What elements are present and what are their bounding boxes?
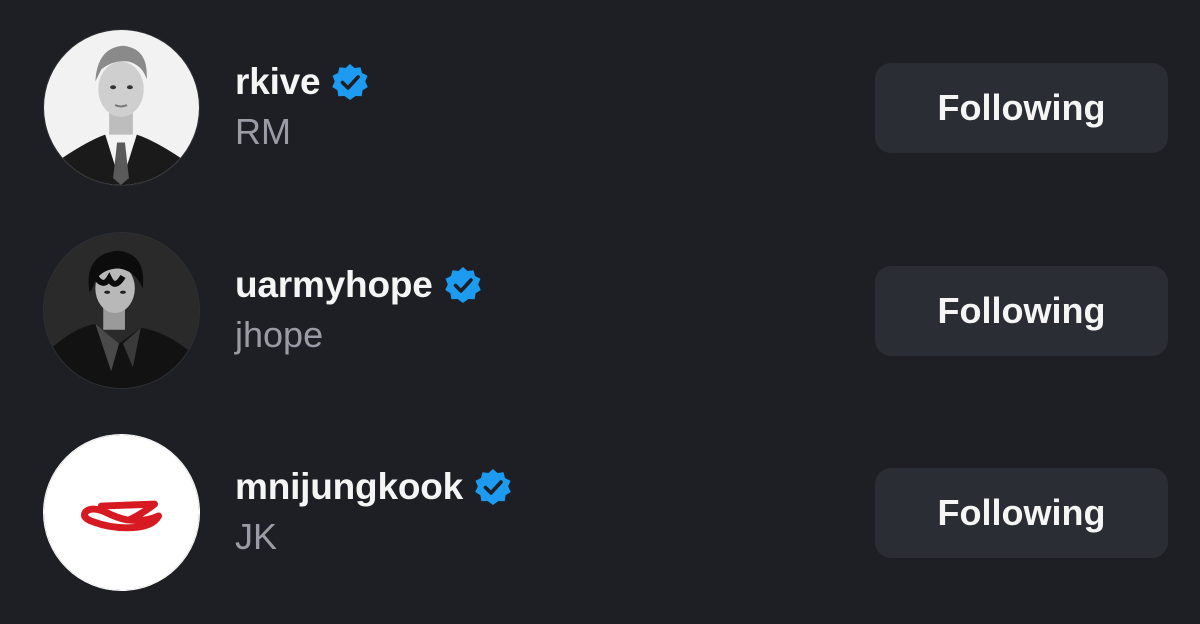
list-item[interactable]: uarmyhope jhope Following bbox=[0, 232, 1200, 392]
following-button[interactable]: Following bbox=[875, 266, 1168, 356]
avatar-logo-mnijungkook bbox=[44, 435, 199, 590]
verified-badge-icon bbox=[330, 62, 370, 102]
username-line: rkive bbox=[235, 59, 370, 105]
avatar[interactable] bbox=[43, 29, 200, 186]
list-item[interactable]: rkive RM Following bbox=[0, 29, 1200, 189]
username[interactable]: rkive bbox=[235, 61, 321, 103]
full-name: RM bbox=[235, 111, 291, 152]
full-name: JK bbox=[235, 516, 278, 557]
full-name: jhope bbox=[235, 314, 324, 355]
username-line: mnijungkook bbox=[235, 464, 513, 510]
username[interactable]: uarmyhope bbox=[235, 264, 433, 306]
account-text: mnijungkook JK bbox=[235, 464, 513, 558]
verified-badge-icon bbox=[473, 467, 513, 507]
username[interactable]: mnijungkook bbox=[235, 466, 463, 508]
account-text: uarmyhope jhope bbox=[235, 262, 483, 356]
account-text: rkive RM bbox=[235, 59, 370, 153]
avatar-photo-uarmyhope bbox=[44, 233, 199, 388]
following-list: rkive RM Following uarmyhope jhope Follo… bbox=[0, 0, 1200, 624]
avatar[interactable] bbox=[43, 434, 200, 591]
avatar-photo-rkive bbox=[44, 30, 199, 185]
username-line: uarmyhope bbox=[235, 262, 483, 308]
avatar[interactable] bbox=[43, 232, 200, 389]
list-item[interactable]: mnijungkook JK Following bbox=[0, 434, 1200, 594]
following-button[interactable]: Following bbox=[875, 63, 1168, 153]
verified-badge-icon bbox=[443, 265, 483, 305]
following-button[interactable]: Following bbox=[875, 468, 1168, 558]
